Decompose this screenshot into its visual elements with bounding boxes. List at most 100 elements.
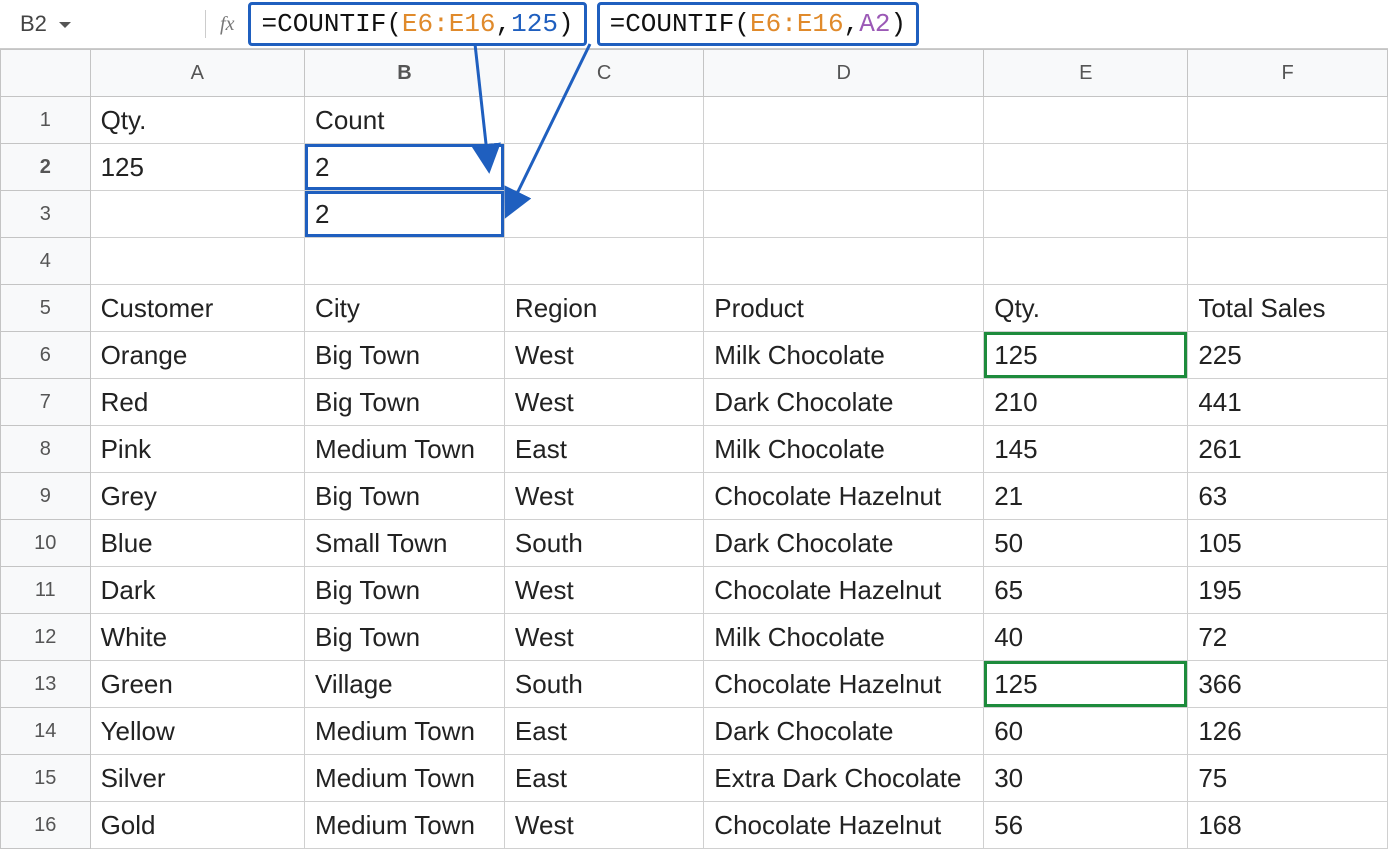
cell-a6[interactable]: Orange	[90, 332, 304, 379]
cell-e7[interactable]: 210	[984, 379, 1188, 426]
cell-c6[interactable]: West	[504, 332, 703, 379]
cell-b3[interactable]: 2	[305, 191, 505, 238]
cell-d10[interactable]: Dark Chocolate	[704, 520, 984, 567]
cell-c1[interactable]	[504, 97, 703, 144]
cell-c5[interactable]: Region	[504, 285, 703, 332]
cell-d4[interactable]	[704, 238, 984, 285]
cell-e16[interactable]: 56	[984, 802, 1188, 849]
cell-e4[interactable]	[984, 238, 1188, 285]
row-header-1[interactable]: 1	[1, 97, 91, 144]
cell-a5[interactable]: Customer	[90, 285, 304, 332]
cell-e8[interactable]: 145	[984, 426, 1188, 473]
cell-e5[interactable]: Qty.	[984, 285, 1188, 332]
cell-d2[interactable]	[704, 144, 984, 191]
cell-c13[interactable]: South	[504, 661, 703, 708]
cell-a11[interactable]: Dark	[90, 567, 304, 614]
cell-e12[interactable]: 40	[984, 614, 1188, 661]
cell-a9[interactable]: Grey	[90, 473, 304, 520]
cell-a16[interactable]: Gold	[90, 802, 304, 849]
cell-f7[interactable]: 441	[1188, 379, 1388, 426]
cell-e15[interactable]: 30	[984, 755, 1188, 802]
cell-a10[interactable]: Blue	[90, 520, 304, 567]
cell-c15[interactable]: East	[504, 755, 703, 802]
cell-c10[interactable]: South	[504, 520, 703, 567]
cell-d11[interactable]: Chocolate Hazelnut	[704, 567, 984, 614]
cell-d13[interactable]: Chocolate Hazelnut	[704, 661, 984, 708]
cell-d7[interactable]: Dark Chocolate	[704, 379, 984, 426]
cell-f1[interactable]	[1188, 97, 1388, 144]
cell-f5[interactable]: Total Sales	[1188, 285, 1388, 332]
cell-b6[interactable]: Big Town	[305, 332, 505, 379]
cell-a8[interactable]: Pink	[90, 426, 304, 473]
row-header-14[interactable]: 14	[1, 708, 91, 755]
row-header-12[interactable]: 12	[1, 614, 91, 661]
cell-a4[interactable]	[90, 238, 304, 285]
cell-f6[interactable]: 225	[1188, 332, 1388, 379]
cell-a13[interactable]: Green	[90, 661, 304, 708]
cell-e13[interactable]: 125	[984, 661, 1188, 708]
cell-c7[interactable]: West	[504, 379, 703, 426]
cell-c14[interactable]: East	[504, 708, 703, 755]
row-header-10[interactable]: 10	[1, 520, 91, 567]
cell-e9[interactable]: 21	[984, 473, 1188, 520]
cell-f8[interactable]: 261	[1188, 426, 1388, 473]
cell-a3[interactable]	[90, 191, 304, 238]
cell-e1[interactable]	[984, 97, 1188, 144]
row-header-7[interactable]: 7	[1, 379, 91, 426]
dropdown-icon[interactable]	[59, 22, 71, 28]
cell-b7[interactable]: Big Town	[305, 379, 505, 426]
cell-c4[interactable]	[504, 238, 703, 285]
cell-d9[interactable]: Chocolate Hazelnut	[704, 473, 984, 520]
cell-b13[interactable]: Village	[305, 661, 505, 708]
cell-b15[interactable]: Medium Town	[305, 755, 505, 802]
cell-b2[interactable]: 2	[305, 144, 505, 191]
cell-b12[interactable]: Big Town	[305, 614, 505, 661]
cell-a1[interactable]: Qty.	[90, 97, 304, 144]
cell-d14[interactable]: Dark Chocolate	[704, 708, 984, 755]
cell-e10[interactable]: 50	[984, 520, 1188, 567]
cell-d16[interactable]: Chocolate Hazelnut	[704, 802, 984, 849]
cell-e3[interactable]	[984, 191, 1188, 238]
cell-a7[interactable]: Red	[90, 379, 304, 426]
cell-d6[interactable]: Milk Chocolate	[704, 332, 984, 379]
cell-f15[interactable]: 75	[1188, 755, 1388, 802]
row-header-15[interactable]: 15	[1, 755, 91, 802]
cell-c2[interactable]	[504, 144, 703, 191]
select-all-corner[interactable]	[1, 50, 91, 97]
cell-f9[interactable]: 63	[1188, 473, 1388, 520]
cell-d12[interactable]: Milk Chocolate	[704, 614, 984, 661]
cell-d8[interactable]: Milk Chocolate	[704, 426, 984, 473]
cell-b1[interactable]: Count	[305, 97, 505, 144]
cell-f10[interactable]: 105	[1188, 520, 1388, 567]
cell-d15[interactable]: Extra Dark Chocolate	[704, 755, 984, 802]
cell-b5[interactable]: City	[305, 285, 505, 332]
cell-a2[interactable]: 125	[90, 144, 304, 191]
cell-c8[interactable]: East	[504, 426, 703, 473]
row-header-5[interactable]: 5	[1, 285, 91, 332]
col-header-d[interactable]: D	[704, 50, 984, 97]
cell-d3[interactable]	[704, 191, 984, 238]
cell-f14[interactable]: 126	[1188, 708, 1388, 755]
cell-e14[interactable]: 60	[984, 708, 1188, 755]
row-header-6[interactable]: 6	[1, 332, 91, 379]
cell-a14[interactable]: Yellow	[90, 708, 304, 755]
cell-b4[interactable]	[305, 238, 505, 285]
cell-b8[interactable]: Medium Town	[305, 426, 505, 473]
cell-e11[interactable]: 65	[984, 567, 1188, 614]
row-header-9[interactable]: 9	[1, 473, 91, 520]
col-header-c[interactable]: C	[504, 50, 703, 97]
row-header-2[interactable]: 2	[1, 144, 91, 191]
cell-c9[interactable]: West	[504, 473, 703, 520]
cell-f12[interactable]: 72	[1188, 614, 1388, 661]
cell-a12[interactable]: White	[90, 614, 304, 661]
cell-c3[interactable]	[504, 191, 703, 238]
cell-b16[interactable]: Medium Town	[305, 802, 505, 849]
fx-icon[interactable]: fx	[220, 13, 234, 36]
cell-f16[interactable]: 168	[1188, 802, 1388, 849]
row-header-11[interactable]: 11	[1, 567, 91, 614]
cell-f4[interactable]	[1188, 238, 1388, 285]
cell-f3[interactable]	[1188, 191, 1388, 238]
name-box[interactable]: B2	[20, 11, 191, 37]
cell-f13[interactable]: 366	[1188, 661, 1388, 708]
cell-d5[interactable]: Product	[704, 285, 984, 332]
